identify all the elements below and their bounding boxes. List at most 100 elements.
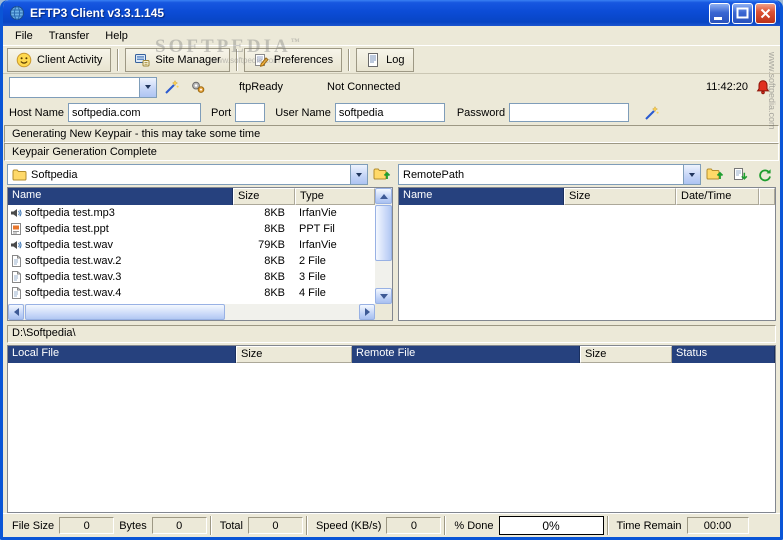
file-size: 8KB	[264, 287, 285, 299]
file-type: PPT Fil	[299, 223, 335, 235]
file-type: IrfanVie	[299, 207, 337, 219]
folder-icon	[12, 169, 27, 181]
remote-col-datetime[interactable]: Date/Time	[676, 188, 759, 205]
scrollbar-corner	[375, 304, 392, 320]
file-type: 2 File	[299, 255, 326, 267]
menu-transfer[interactable]: Transfer	[41, 29, 98, 43]
transfer-col-remote-file[interactable]: Remote File	[352, 346, 580, 363]
app-window: EFTP3 Client v3.3.1.145 File Transfer He…	[0, 0, 783, 540]
title-bar[interactable]: EFTP3 Client v3.3.1.145	[3, 0, 780, 26]
time-remain-value: 00:00	[686, 517, 749, 534]
smiley-icon	[16, 52, 32, 67]
quick-connect-dropdown-arrow[interactable]	[139, 77, 156, 97]
file-type: 4 File	[299, 287, 326, 299]
wand-icon	[165, 80, 179, 94]
file-row[interactable]: softpedia test.wav.4 8KB 4 File	[8, 285, 375, 301]
sound-file-icon	[11, 241, 22, 249]
file-size: 8KB	[264, 271, 285, 283]
settings-gears-button[interactable]	[187, 77, 209, 97]
menu-file[interactable]: File	[7, 29, 41, 43]
arrow-down-icon	[379, 293, 388, 299]
file-size: 8KB	[264, 223, 285, 235]
generic-file-icon	[12, 287, 21, 299]
menu-help[interactable]: Help	[97, 29, 136, 43]
close-button[interactable]	[755, 2, 776, 24]
local-file-listbox: Name Size Type softpedia test.mp3 8KB Ir…	[7, 187, 393, 321]
local-pane: Softpedia Name Size Type softpedia test.…	[7, 164, 393, 321]
file-name: softpedia test.wav.3	[25, 271, 122, 283]
remote-path-dropdown-arrow[interactable]	[683, 165, 700, 184]
local-vertical-scrollbar[interactable]	[375, 188, 392, 304]
ppt-file-icon	[11, 223, 21, 235]
refresh-icon	[759, 168, 771, 181]
speed-label: Speed (KB/s)	[315, 519, 382, 532]
remote-file-list	[399, 205, 775, 320]
keypair-progress-message: Generating New Keypair - this may take s…	[4, 125, 779, 143]
file-row[interactable]: softpedia test.wav.3 8KB 3 File	[8, 269, 375, 285]
remote-col-size[interactable]: Size	[564, 188, 676, 205]
file-size: 79KB	[258, 239, 285, 251]
file-type: IrfanVie	[299, 239, 337, 251]
file-size-label: File Size	[12, 519, 55, 532]
transfer-col-size-local[interactable]: Size	[236, 346, 352, 363]
file-row[interactable]: softpedia test.wav.2 8KB 2 File	[8, 253, 375, 269]
main-toolbar: Client Activity Site Manager Preferences	[3, 45, 780, 74]
minimize-button[interactable]	[709, 2, 730, 24]
statusbar-separator	[444, 516, 447, 535]
vertical-scroll-thumb[interactable]	[375, 205, 392, 261]
local-path-value: Softpedia	[31, 168, 78, 181]
total-label: Total	[219, 519, 243, 532]
folder-up-icon	[373, 168, 391, 180]
file-row[interactable]: softpedia test.mp3 8KB IrfanVie	[8, 205, 375, 221]
scroll-left-button[interactable]	[8, 304, 24, 320]
local-path-dropdown-arrow[interactable]	[350, 165, 367, 184]
generate-key-wand-button[interactable]	[641, 103, 663, 123]
user-name-input[interactable]	[334, 103, 445, 122]
host-name-input[interactable]	[68, 103, 202, 122]
transfer-col-size-remote[interactable]: Size	[580, 346, 672, 363]
wand-icon	[645, 105, 659, 120]
remote-path-combo[interactable]: RemotePath	[398, 164, 701, 185]
time-remain-label: Time Remain	[616, 519, 682, 532]
port-input[interactable]	[235, 103, 266, 122]
toolbar-separator	[235, 48, 238, 71]
connect-wand-button[interactable]	[161, 77, 183, 97]
remote-col-name[interactable]: Name	[399, 188, 564, 205]
scroll-right-button[interactable]	[359, 304, 375, 320]
horizontal-scroll-thumb[interactable]	[25, 304, 225, 320]
sound-file-icon	[11, 209, 22, 217]
maximize-button[interactable]	[732, 2, 753, 24]
remote-up-dir-button[interactable]	[704, 165, 726, 185]
local-horizontal-scrollbar[interactable]	[8, 304, 375, 320]
maximize-icon	[736, 7, 749, 18]
local-col-type[interactable]: Type	[295, 188, 375, 205]
transfer-col-local-file[interactable]: Local File	[8, 346, 236, 363]
transfer-col-status[interactable]: Status	[672, 346, 775, 363]
remote-refresh-button[interactable]	[754, 165, 776, 185]
log-button[interactable]: Log	[356, 47, 414, 72]
client-activity-button[interactable]: Client Activity	[7, 47, 112, 72]
local-col-size[interactable]: Size	[233, 188, 295, 205]
site-manager-button[interactable]: Site Manager	[125, 47, 230, 72]
file-row[interactable]: softpedia test.wav 79KB IrfanVie	[8, 237, 375, 253]
chevron-down-icon	[689, 172, 695, 177]
scroll-down-button[interactable]	[375, 288, 392, 304]
local-col-name[interactable]: Name	[8, 188, 233, 205]
host-name-label: Host Name	[9, 106, 65, 119]
file-row[interactable]: softpedia test.ppt 8KB PPT Fil	[8, 221, 375, 237]
preferences-button[interactable]: Preferences	[243, 47, 343, 72]
window-title: EFTP3 Client v3.3.1.145	[30, 6, 165, 20]
remote-refresh-list-button[interactable]	[729, 165, 751, 185]
local-path-combo[interactable]: Softpedia	[7, 164, 368, 185]
quick-connect-combo[interactable]	[9, 76, 157, 98]
alarm-bell-button[interactable]	[752, 77, 774, 97]
port-label: Port	[211, 106, 232, 119]
file-panes: Softpedia Name Size Type softpedia test.…	[3, 161, 780, 323]
remote-col-filler	[759, 188, 775, 205]
speed-value: 0	[386, 517, 442, 534]
scroll-up-button[interactable]	[375, 188, 392, 204]
ftp-state-text: ftpReady	[239, 81, 284, 93]
password-input[interactable]	[509, 103, 630, 122]
log-label: Log	[386, 53, 405, 66]
local-up-dir-button[interactable]	[371, 165, 393, 185]
